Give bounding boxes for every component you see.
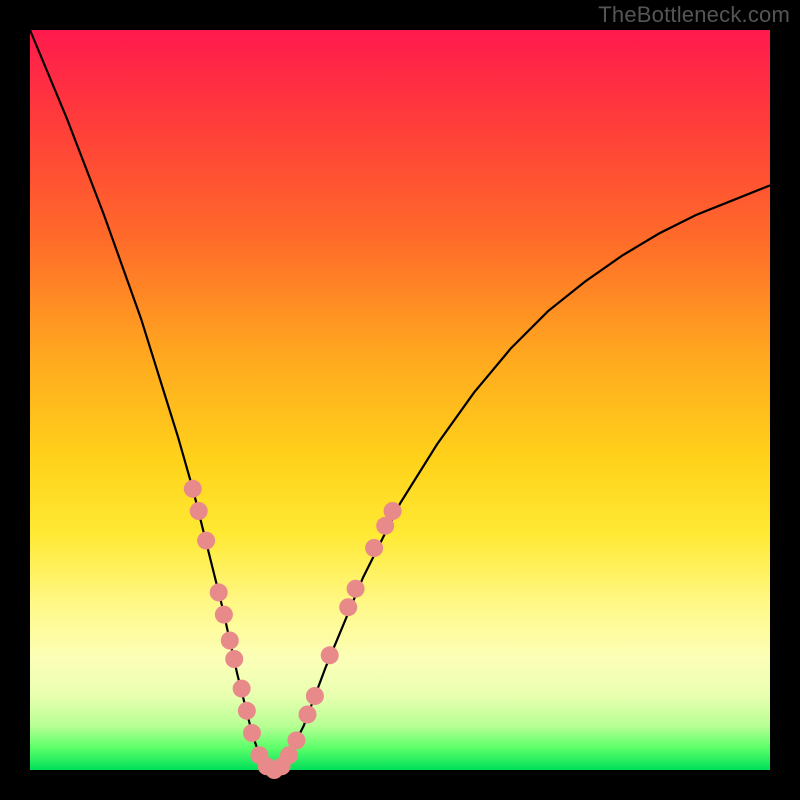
highlight-dot [287, 731, 305, 749]
highlight-dot [347, 580, 365, 598]
highlight-dot [197, 532, 215, 550]
highlight-dot [299, 706, 317, 724]
highlight-dot [365, 539, 383, 557]
highlight-dot [233, 680, 251, 698]
watermark-text: TheBottleneck.com [598, 2, 790, 28]
highlight-dot [238, 702, 256, 720]
highlight-dot [384, 502, 402, 520]
highlight-dot [190, 502, 208, 520]
highlight-dot [306, 687, 324, 705]
highlight-dot [215, 606, 233, 624]
highlight-dot [339, 598, 357, 616]
highlight-dots-group [184, 480, 402, 779]
highlight-dot [243, 724, 261, 742]
highlight-dot [225, 650, 243, 668]
plot-area [30, 30, 770, 770]
highlight-dot [184, 480, 202, 498]
highlight-dot [321, 646, 339, 664]
chart-frame: TheBottleneck.com [0, 0, 800, 800]
highlight-dot [221, 632, 239, 650]
curve-svg [30, 30, 770, 770]
bottleneck-curve [30, 30, 770, 770]
highlight-dot [210, 583, 228, 601]
